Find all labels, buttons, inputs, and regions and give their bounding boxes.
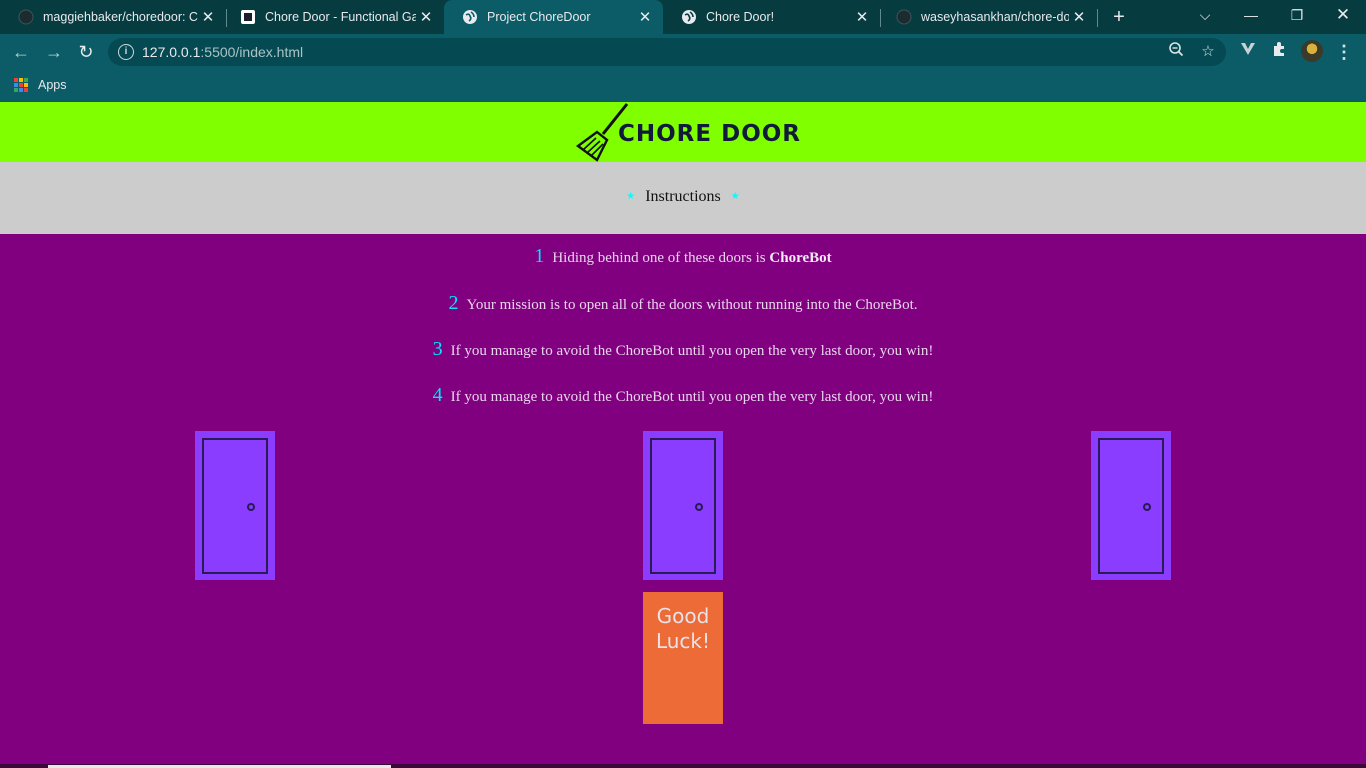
door-knob-icon [695,503,703,511]
step-text: If you manage to avoid the ChoreBot unti… [450,343,934,359]
scrollbar-track [0,764,1366,768]
bookmarks-bar: Apps [0,70,1366,102]
forward-icon[interactable]: → [43,41,65,63]
instruction-step: 4 If you manage to avoid the ChoreBot unt… [0,384,1366,407]
tab-divider [1097,9,1098,27]
globe-icon [462,9,478,25]
browser-toolbar: ← → ↻ i 127.0.0.1:5500/index.html ☆ ⋮ [0,34,1366,70]
zoom-icon[interactable] [1165,41,1187,63]
extensions-puzzle-icon[interactable] [1268,41,1290,63]
door-knob-icon [1143,503,1151,511]
url-text: 127.0.0.1:5500/index.html [142,44,303,60]
tab-chore-door[interactable]: Chore Door! ✕ [663,0,880,34]
close-icon[interactable]: ✕ [852,8,872,26]
door-1[interactable] [195,431,275,580]
restore-icon[interactable]: ❐ [1274,0,1320,32]
github-icon [18,9,34,25]
step-text: Your mission is to open all of the doors… [466,297,918,313]
menu-kebab-icon[interactable]: ⋮ [1333,41,1355,63]
door-panel [202,438,268,574]
step-number: 3 [432,338,443,360]
instruction-step: 2 Your mission is to open all of the door… [0,292,1366,315]
step-text: Hiding behind one of these doors is [552,250,770,266]
door-knob-icon [247,503,255,511]
close-icon[interactable]: ✕ [198,8,218,26]
tab-strip: maggiehbaker/choredoor: Co ✕ Chore Door … [0,0,1366,34]
site-info-icon[interactable]: i [118,44,134,60]
tab-title: Chore Door - Functional Gam [265,10,416,24]
back-icon[interactable]: ← [10,41,32,63]
star-icon: ★ [730,191,740,202]
instruction-step: 3 If you manage to avoid the ChoreBot unt… [0,338,1366,361]
apps-label: Apps [38,78,67,92]
close-icon[interactable]: ✕ [635,8,655,26]
instructions-heading: ★ Instructions ★ [0,188,1366,206]
tab-search-chevron-icon[interactable]: ⌵ [1182,0,1228,32]
address-bar[interactable]: i 127.0.0.1:5500/index.html [108,38,1226,66]
url-path: :5500/index.html [200,44,304,60]
profile-avatar[interactable] [1301,40,1323,62]
window-close-icon[interactable]: ✕ [1320,0,1366,32]
codecademy-icon [240,9,256,25]
url-host: 127.0.0.1 [142,44,201,60]
apps-shortcut[interactable]: Apps [14,78,67,92]
instructions-label: Instructions [645,188,721,205]
door-panel [650,438,716,574]
tab-waseyhasankhan[interactable]: waseyhasankhan/chore-door ✕ [878,0,1097,34]
close-icon[interactable]: ✕ [1069,8,1089,26]
new-tab-icon[interactable]: + [1107,5,1131,29]
tab-project-choredoor[interactable]: Project ChoreDoor ✕ [444,0,663,34]
good-luck-button[interactable]: Good Luck! [643,592,723,724]
bookmark-star-icon[interactable]: ☆ [1197,41,1219,63]
tab-title: waseyhasankhan/chore-door [921,10,1069,24]
tab-codecademy[interactable]: Chore Door - Functional Gam ✕ [222,0,444,34]
tab-title: Chore Door! [706,10,775,24]
tab-title: maggiehbaker/choredoor: Co [43,10,198,24]
reload-icon[interactable]: ↻ [75,41,97,63]
instruction-step: 1 Hiding behind one of these doors is Cho… [0,245,1366,268]
step-bold-text: ChoreBot [769,250,832,266]
extension-v-icon[interactable] [1237,41,1259,63]
apps-grid-icon [14,78,28,92]
minimize-icon[interactable]: — [1228,0,1274,32]
tab-title: Project ChoreDoor [487,10,591,24]
step-text: If you manage to avoid the ChoreBot unti… [450,389,934,405]
step-number: 2 [448,292,459,314]
close-icon[interactable]: ✕ [416,8,436,26]
door-2[interactable] [643,431,723,580]
star-icon: ★ [626,191,636,202]
door-3[interactable] [1091,431,1171,580]
page-title: CHORE DOOR [618,121,802,147]
github-icon [896,9,912,25]
step-number: 4 [432,384,443,406]
door-panel [1098,438,1164,574]
tab-maggiehbaker[interactable]: maggiehbaker/choredoor: Co ✕ [0,0,226,34]
globe-icon [681,9,697,25]
step-number: 1 [534,245,545,267]
